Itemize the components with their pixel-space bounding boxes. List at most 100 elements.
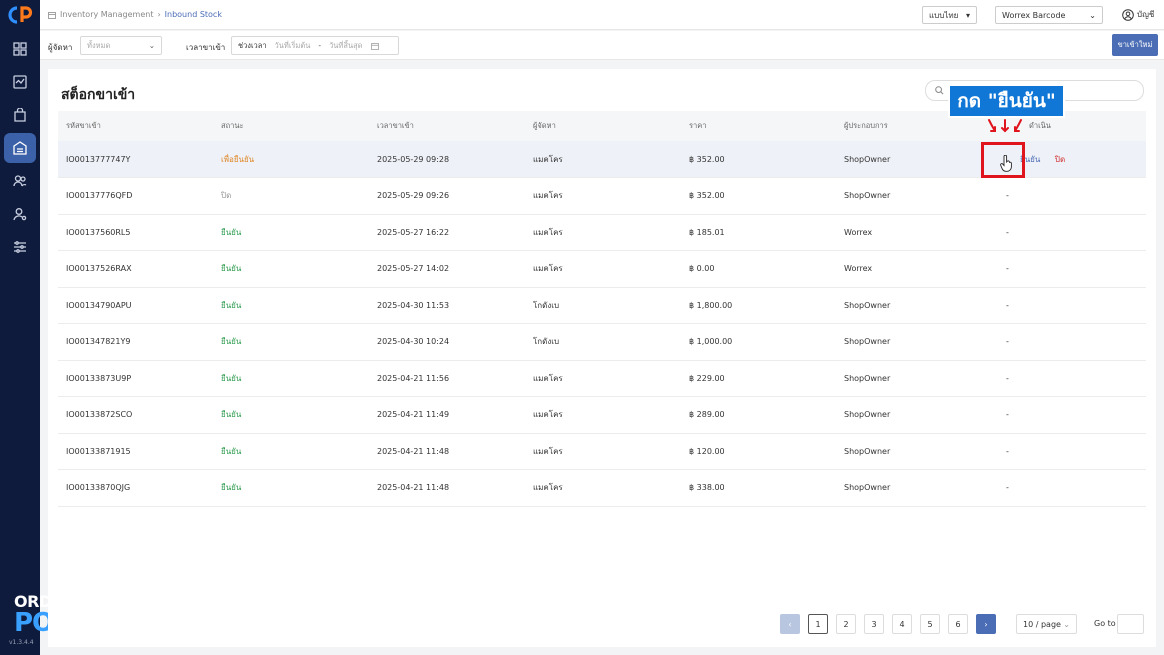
column-header-price[interactable]: ราคา bbox=[681, 111, 836, 141]
end-date-input[interactable]: วันที่สิ้นสุด bbox=[329, 40, 362, 52]
table-row[interactable]: IO00133870QJG ยืนยัน 2025-04-21 11:48 แม… bbox=[58, 469, 1146, 507]
cell-price: ฿ 1,000.00 bbox=[681, 323, 836, 361]
table-row[interactable]: IO00133873U9P ยืนยัน 2025-04-21 11:56 แม… bbox=[58, 360, 1146, 397]
table-row[interactable]: IO00133871915 ยืนยัน 2025-04-21 11:48 แม… bbox=[58, 433, 1146, 470]
chevron-left-icon: ‹ bbox=[788, 619, 792, 629]
cell-id: IO00133870QJG bbox=[58, 469, 213, 507]
cell-id: IO0013777747Y bbox=[58, 141, 213, 178]
page-size-select[interactable]: 10 / page ⌄ bbox=[1016, 614, 1077, 634]
table-row[interactable]: IO00137560RL5 ยืนยัน 2025-05-27 16:22 แม… bbox=[58, 214, 1146, 251]
calendar-icon bbox=[370, 42, 379, 50]
app-logo-icon[interactable] bbox=[7, 5, 33, 25]
cell-actions: - bbox=[992, 214, 1146, 251]
column-header-status[interactable]: สถานะ bbox=[213, 111, 369, 141]
nav-inventory-icon[interactable] bbox=[4, 133, 36, 163]
account-menu[interactable]: บัญชี bbox=[1122, 8, 1154, 21]
cell-actions: - bbox=[992, 287, 1146, 324]
cell-operator: ShopOwner bbox=[836, 360, 992, 397]
table-row[interactable]: IO00137776QFD ปิด 2025-05-29 09:26 แมคโค… bbox=[58, 177, 1146, 215]
next-page-button[interactable]: › bbox=[976, 614, 996, 634]
cell-supplier: แมคโคร bbox=[525, 214, 681, 251]
cell-supplier: แมคโคร bbox=[525, 469, 681, 507]
hand-cursor-icon bbox=[1000, 155, 1012, 172]
start-date-input[interactable]: วันที่เริ่มต้น bbox=[275, 40, 311, 52]
nav-users-icon[interactable] bbox=[4, 199, 36, 229]
breadcrumb-root[interactable]: Inventory Management bbox=[60, 10, 153, 19]
cell-status: ปิด bbox=[213, 177, 369, 215]
table-row[interactable]: IO00134790APU ยืนยัน 2025-04-30 11:53 โก… bbox=[58, 287, 1146, 324]
page-1-button[interactable]: 1 bbox=[808, 614, 828, 634]
column-header-supplier[interactable]: ผู้จัดหา bbox=[525, 111, 681, 141]
sidebar: ORDER POS v1.3.4.4 bbox=[0, 0, 74, 655]
cell-status: ยืนยัน bbox=[213, 469, 369, 507]
cell-status: ยืนยัน bbox=[213, 287, 369, 324]
cell-price: ฿ 0.00 bbox=[681, 250, 836, 288]
cell-price: ฿ 120.00 bbox=[681, 433, 836, 470]
cell-actions: - bbox=[992, 177, 1146, 215]
cell-price: ฿ 229.00 bbox=[681, 360, 836, 397]
cell-actions: - bbox=[992, 323, 1146, 361]
new-inbound-button[interactable]: ขาเข้าใหม่ bbox=[1112, 34, 1158, 56]
cell-id: IO001347821Y9 bbox=[58, 323, 213, 361]
nav-orders-icon[interactable] bbox=[4, 100, 36, 130]
cell-time: 2025-04-21 11:48 bbox=[369, 469, 525, 507]
goto-label: Go to bbox=[1094, 619, 1116, 628]
cell-time: 2025-05-27 16:22 bbox=[369, 214, 525, 251]
date-label: เวลาขาเข้า bbox=[186, 43, 226, 52]
page-2-button[interactable]: 2 bbox=[836, 614, 856, 634]
store-select[interactable]: Worrex Barcode ⌄ bbox=[995, 6, 1103, 24]
cell-time: 2025-04-21 11:49 bbox=[369, 396, 525, 434]
cell-supplier: แมคโคร bbox=[525, 396, 681, 434]
language-value: แบบไทย bbox=[929, 10, 959, 20]
cell-price: ฿ 352.00 bbox=[681, 141, 836, 178]
table-row[interactable]: IO001347821Y9 ยืนยัน 2025-04-30 10:24 โก… bbox=[58, 323, 1146, 361]
goto-page-input[interactable] bbox=[1117, 614, 1144, 634]
page-6-button[interactable]: 6 bbox=[948, 614, 968, 634]
filter-bar: ผู้จัดหา ทั้งหมด ⌄ เวลาขาเข้า ช่วงเวลา ว… bbox=[40, 31, 1164, 60]
prev-page-button[interactable]: ‹ bbox=[780, 614, 800, 634]
range-label: ช่วงเวลา bbox=[238, 40, 267, 50]
page-4-button[interactable]: 4 bbox=[892, 614, 912, 634]
chevron-right-icon: › bbox=[984, 619, 988, 629]
cell-supplier: แมคโคร bbox=[525, 360, 681, 397]
cell-status: เพื่อยืนยัน bbox=[213, 141, 369, 178]
column-header-time[interactable]: เวลาขาเข้า bbox=[369, 111, 525, 141]
cell-id: IO00137560RL5 bbox=[58, 214, 213, 251]
cell-id: IO00134790APU bbox=[58, 287, 213, 324]
cell-operator: ShopOwner bbox=[836, 141, 992, 178]
cell-time: 2025-04-30 10:24 bbox=[369, 323, 525, 361]
cell-supplier: แมคโคร bbox=[525, 250, 681, 288]
chevron-down-icon: ⌄ bbox=[148, 41, 155, 50]
close-link[interactable]: ปิด bbox=[1055, 153, 1065, 166]
page-title: สต็อกขาเข้า bbox=[61, 87, 136, 103]
search-icon bbox=[935, 86, 944, 95]
cell-operator: ShopOwner bbox=[836, 323, 992, 361]
nav-settings-icon[interactable] bbox=[4, 232, 36, 262]
tutorial-callout: กด "ยืนยัน" bbox=[948, 84, 1065, 118]
page-3-button[interactable]: 3 bbox=[864, 614, 884, 634]
store-value: Worrex Barcode bbox=[1002, 10, 1066, 20]
supplier-select[interactable]: ทั้งหมด ⌄ bbox=[80, 36, 162, 55]
cell-status: ยืนยัน bbox=[213, 250, 369, 288]
nav-report-icon[interactable] bbox=[4, 67, 36, 97]
table-row[interactable]: IO00133872SCO ยืนยัน 2025-04-21 11:49 แม… bbox=[58, 396, 1146, 434]
nav-customers-icon[interactable] bbox=[4, 166, 36, 196]
cell-price: ฿ 185.01 bbox=[681, 214, 836, 251]
date-range-picker[interactable]: ช่วงเวลา วันที่เริ่มต้น - วันที่สิ้นสุด bbox=[231, 36, 399, 55]
cell-id: IO00133872SCO bbox=[58, 396, 213, 434]
cell-id: IO00137526RAX bbox=[58, 250, 213, 288]
cell-status: ยืนยัน bbox=[213, 323, 369, 361]
cell-time: 2025-05-29 09:26 bbox=[369, 177, 525, 215]
cell-actions: - bbox=[992, 396, 1146, 434]
cell-supplier: โกดังเบ bbox=[525, 287, 681, 324]
breadcrumb-separator-icon: › bbox=[157, 10, 161, 19]
language-select[interactable]: แบบไทย ▾ bbox=[922, 6, 977, 24]
cell-status: ยืนยัน bbox=[213, 360, 369, 397]
cell-operator: ShopOwner bbox=[836, 287, 992, 324]
page-5-button[interactable]: 5 bbox=[920, 614, 940, 634]
column-header-id[interactable]: รหัสขาเข้า bbox=[58, 111, 213, 141]
nav-dashboard-icon[interactable] bbox=[4, 34, 36, 64]
table-row[interactable]: IO00137526RAX ยืนยัน 2025-05-27 14:02 แม… bbox=[58, 250, 1146, 288]
account-label: บัญชี bbox=[1137, 10, 1155, 19]
top-bar: Inventory Management › Inbound Stock แบบ… bbox=[40, 0, 1164, 30]
